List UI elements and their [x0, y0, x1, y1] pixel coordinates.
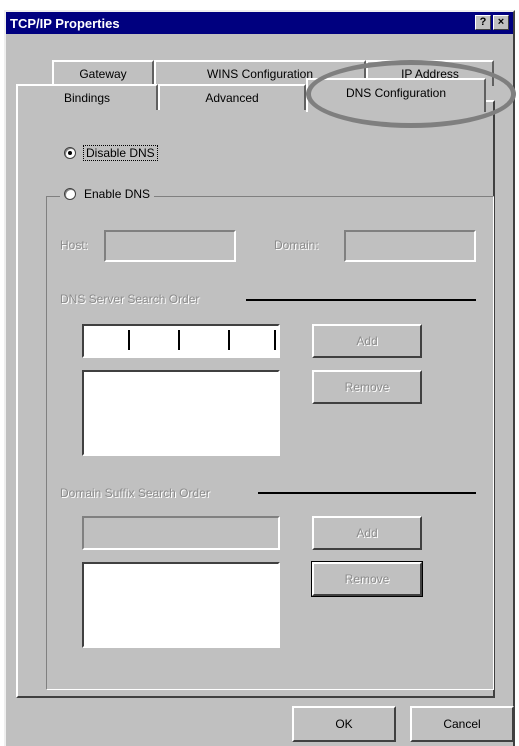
- domain-suffix-add-button[interactable]: Add: [312, 516, 422, 550]
- domain-input[interactable]: [344, 230, 476, 262]
- dns-server-ip-input[interactable]: [82, 324, 280, 358]
- dns-server-remove-button[interactable]: Remove: [312, 370, 422, 404]
- tab-dns-configuration-label: DNS Configuration: [345, 86, 447, 100]
- radio-checked-icon[interactable]: [64, 147, 76, 159]
- domain-suffix-input[interactable]: [82, 516, 280, 550]
- dns-server-add-button[interactable]: Add: [312, 324, 422, 358]
- host-label: Host:: [60, 238, 89, 252]
- tab-bindings-label: Bindings: [63, 91, 111, 105]
- close-icon[interactable]: ×: [493, 15, 509, 30]
- tab-gateway-label: Gateway: [79, 67, 127, 81]
- radio-unchecked-icon[interactable]: [64, 188, 76, 200]
- disable-dns-label: Disable DNS: [83, 145, 158, 161]
- enable-dns-label: Enable DNS: [84, 187, 151, 201]
- dns-server-list[interactable]: [82, 370, 280, 456]
- window-title: TCP/IP Properties: [10, 15, 120, 31]
- host-input[interactable]: [104, 230, 236, 262]
- ip-octet-separator: [274, 330, 276, 350]
- dns-server-search-order-label: DNS Server Search Order: [60, 292, 200, 306]
- tab-wins-configuration-label: WINS Configuration: [206, 67, 314, 81]
- tab-advanced[interactable]: Advanced: [158, 84, 306, 110]
- disable-dns-radio[interactable]: Disable DNS: [64, 145, 158, 161]
- ip-octet-separator: [228, 330, 230, 350]
- tab-dns-configuration[interactable]: DNS Configuration: [306, 78, 486, 112]
- ip-octet-separator: [128, 330, 130, 350]
- help-icon[interactable]: ?: [475, 15, 491, 30]
- domain-suffix-search-order-label: Domain Suffix Search Order: [60, 486, 210, 500]
- tab-gateway[interactable]: Gateway: [52, 60, 154, 86]
- domain-suffix-remove-button[interactable]: Remove: [311, 561, 423, 597]
- tab-bindings[interactable]: Bindings: [16, 84, 158, 110]
- ok-button[interactable]: OK: [292, 706, 396, 742]
- tab-advanced-label: Advanced: [205, 91, 259, 105]
- title-bar[interactable]: TCP/IP Properties ? ×: [6, 12, 513, 34]
- domain-label: Domain:: [274, 238, 319, 252]
- separator-line: [258, 492, 476, 494]
- separator-line: [246, 299, 476, 301]
- cancel-button[interactable]: Cancel: [410, 706, 514, 742]
- enable-dns-radio[interactable]: Enable DNS: [60, 187, 155, 201]
- ip-octet-separator: [178, 330, 180, 350]
- domain-suffix-list[interactable]: [82, 562, 280, 648]
